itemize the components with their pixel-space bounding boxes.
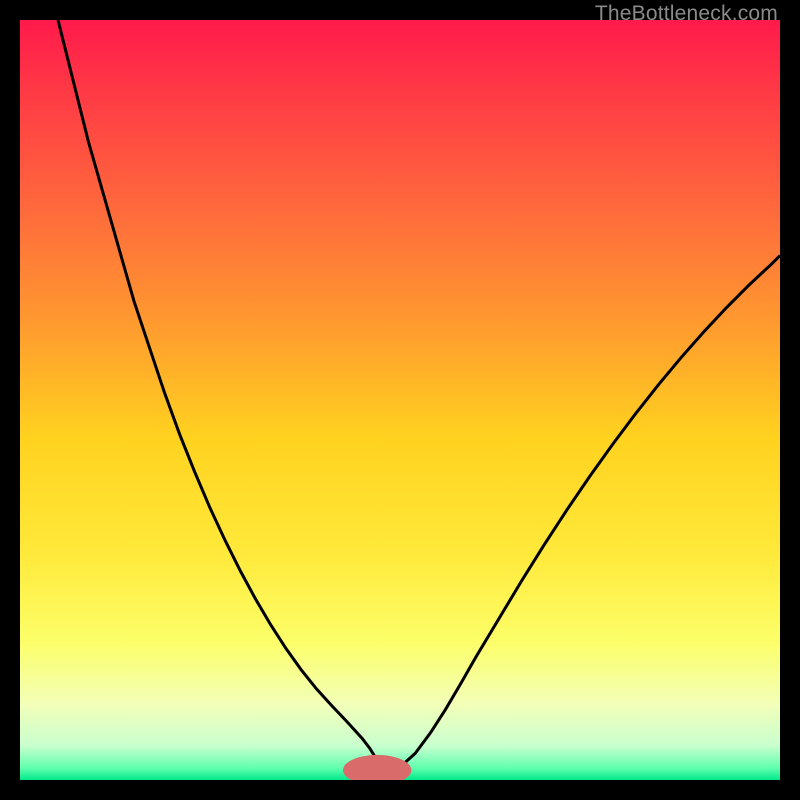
- gradient-background: [20, 20, 780, 780]
- bottleneck-chart: [20, 20, 780, 780]
- watermark-text: TheBottleneck.com: [595, 2, 778, 26]
- chart-frame: [20, 20, 780, 780]
